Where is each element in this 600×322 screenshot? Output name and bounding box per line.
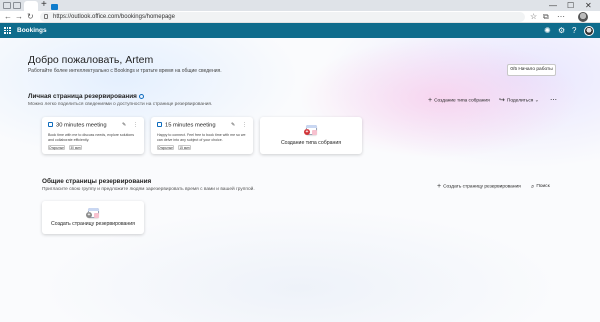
outlook-favicon-icon xyxy=(51,4,58,10)
edit-icon[interactable]: ✎ xyxy=(231,122,235,129)
personal-section-subtitle: Можно легко поделиться сведениями о дост… xyxy=(28,102,213,107)
meeting-card-title-text: 30 minutes meeting xyxy=(56,122,107,129)
meeting-card-title-text: 15 minutes meeting xyxy=(165,122,216,129)
user-avatar[interactable] xyxy=(584,26,594,36)
share-label: Поделиться xyxy=(506,98,534,104)
forward-arrow-icon[interactable]: → xyxy=(15,12,23,22)
calendar-icon xyxy=(157,122,162,127)
meeting-card-15[interactable]: 15 minutes meeting ✎ ⋮ Happy to connect.… xyxy=(151,117,253,154)
duration-badge: 30 мин xyxy=(69,145,82,150)
search-label: Поиск xyxy=(536,184,550,189)
info-icon[interactable] xyxy=(138,93,144,99)
tab-actions-icon[interactable] xyxy=(13,2,21,9)
meeting-card-description: Book time with me to discuss needs, expl… xyxy=(48,133,135,142)
search-icon: ⌕ xyxy=(531,183,535,190)
card-more-icon[interactable]: ⋮ xyxy=(242,122,247,129)
plus-icon: + xyxy=(437,183,442,190)
app-header: Bookings ✺ ⚙ ? xyxy=(0,23,600,38)
url-field[interactable]: https://outlook.office.com/bookings/home… xyxy=(40,12,525,22)
create-booking-page-button[interactable]: + Создать страницу резервирования xyxy=(437,183,521,191)
access-badge: Открытые xyxy=(48,145,65,150)
create-meeting-type-button[interactable]: + Создание типа собрания xyxy=(428,97,490,105)
calendar-icon xyxy=(48,122,53,127)
create-meeting-type-card[interactable]: + Создание типа собрания xyxy=(260,117,362,154)
settings-gear-icon[interactable]: ⚙ xyxy=(558,26,565,35)
meeting-card-title: 15 minutes meeting xyxy=(157,122,216,130)
meeting-card-30[interactable]: 30 minutes meeting ✎ ⋮ Book time with me… xyxy=(42,117,144,154)
close-window-button[interactable]: ✕ xyxy=(585,0,592,11)
chevron-down-icon: ⌄ xyxy=(534,98,539,104)
app-title: Bookings xyxy=(17,27,47,34)
reload-icon[interactable]: ↻ xyxy=(27,12,34,22)
back-arrow-icon[interactable]: ← xyxy=(4,12,12,22)
lightbulb-icon[interactable]: ✺ xyxy=(544,26,551,35)
meeting-card-title: 30 minutes meeting xyxy=(48,122,107,130)
app-launcher-icon[interactable] xyxy=(4,27,11,34)
more-options-button[interactable]: ⋯ xyxy=(550,97,557,104)
calendar-add-icon: + xyxy=(86,206,100,219)
browser-profile-avatar[interactable] xyxy=(578,12,588,22)
url-text: https://outlook.office.com/bookings/home… xyxy=(53,14,175,20)
create-meeting-type-label: Создание типа собрания xyxy=(434,98,490,104)
minimize-button[interactable]: — xyxy=(549,0,557,11)
maximize-button[interactable]: ☐ xyxy=(567,0,574,11)
create-booking-page-card-label: Создать страницу резервирования xyxy=(51,221,135,227)
favorite-star-icon[interactable]: ☆ xyxy=(530,12,537,22)
help-icon[interactable]: ? xyxy=(572,26,576,35)
edit-icon[interactable]: ✎ xyxy=(122,122,126,129)
share-icon: ↪ xyxy=(499,97,505,104)
main-content: Добро пожаловать, Artem Работайте более … xyxy=(0,38,600,322)
shared-section-title: Общие страницы резервирования xyxy=(42,178,152,185)
duration-badge: 15 мин xyxy=(178,145,191,150)
search-button[interactable]: ⌕ Поиск xyxy=(531,183,550,191)
shared-section-subtitle: Пригласите свою группу и предложите людя… xyxy=(42,187,255,192)
browser-address-bar: ← → ↻ https://outlook.office.com/booking… xyxy=(0,11,600,23)
card-more-icon[interactable]: ⋮ xyxy=(133,122,138,129)
create-booking-page-card[interactable]: + Создать страницу резервирования xyxy=(42,201,144,234)
get-started-button[interactable]: 0/5 Начало работы xyxy=(507,64,556,76)
new-tab-button[interactable]: + xyxy=(41,0,47,10)
create-booking-page-label: Создать страницу резервирования xyxy=(443,184,521,190)
extensions-icon[interactable]: ⧉ xyxy=(543,12,549,22)
browser-menu-icon[interactable]: ⋯ xyxy=(557,12,565,22)
page-title: Добро пожаловать, Artem xyxy=(28,54,154,66)
create-meeting-type-card-label: Создание типа собрания xyxy=(280,140,342,146)
plus-icon: + xyxy=(428,97,433,104)
lock-icon xyxy=(44,14,48,19)
meeting-card-description: Happy to connect. Feel free to book time… xyxy=(157,133,246,142)
browser-tab-bar: + — ☐ ✕ xyxy=(0,0,600,11)
share-button[interactable]: ↪ Поделиться ⌄ xyxy=(499,97,539,105)
browser-tab-bookings[interactable] xyxy=(24,1,58,11)
personal-section-title: Личная страница резервирования xyxy=(28,93,144,101)
access-badge: Открытые xyxy=(157,145,174,150)
personal-section-title-text: Личная страница резервирования xyxy=(28,93,137,100)
workspaces-icon[interactable] xyxy=(3,2,11,9)
calendar-add-icon: + xyxy=(304,123,318,136)
welcome-subtitle: Работайте более интеллектуально с Bookin… xyxy=(28,68,222,74)
